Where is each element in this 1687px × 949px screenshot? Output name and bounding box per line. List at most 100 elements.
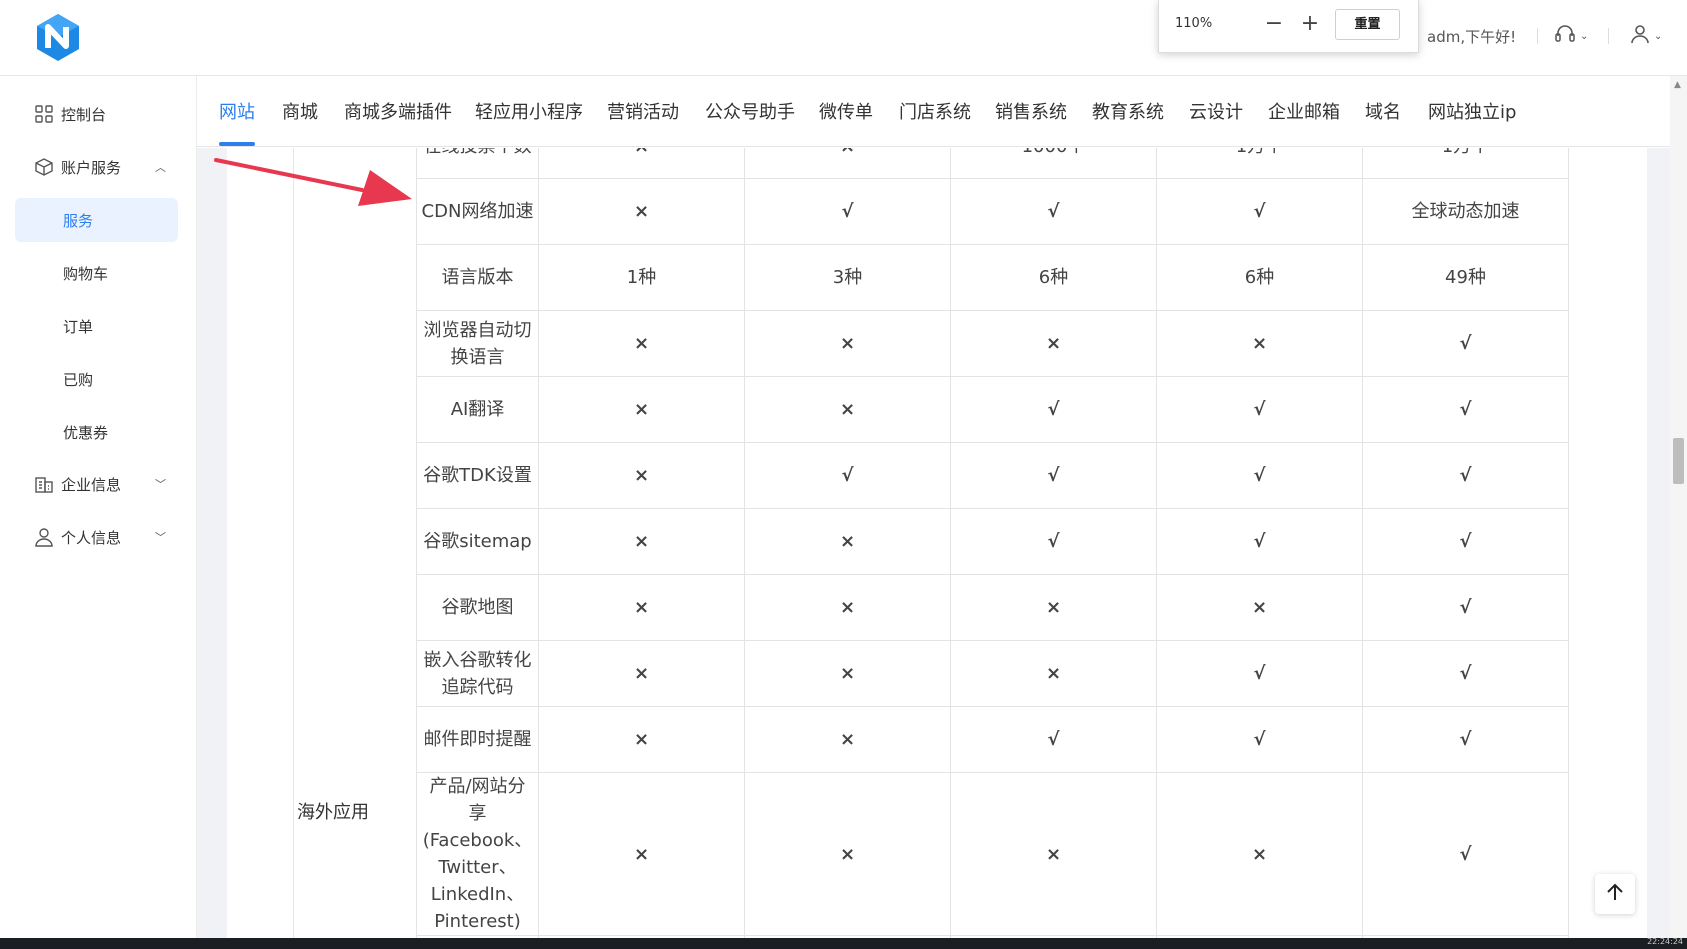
cross-icon: × (950, 310, 1157, 377)
feature-name-cell: AI翻译 (416, 376, 539, 443)
table-row: 浏览器自动切换语言 × × × × √ (416, 310, 1569, 377)
support-menu[interactable]: ⌄ (1554, 24, 1588, 48)
scroll-up-arrow-icon[interactable]: ▲ (1674, 80, 1681, 90)
zoom-reset-button[interactable]: 重置 (1335, 9, 1400, 40)
sidebar-item-label: 账户服务 (61, 158, 122, 177)
cross-icon: × (1156, 574, 1363, 641)
value-cell: 1000个 (950, 148, 1157, 179)
sidebar-sub-item-orders[interactable]: 订单 (15, 304, 178, 348)
arrow-up-icon (1605, 882, 1625, 906)
tab-store-system[interactable]: 门店系统 (899, 98, 971, 124)
feature-name-cell: 邮件即时提醒 (416, 706, 539, 773)
cross-icon: × (538, 178, 745, 245)
person-icon (33, 526, 55, 548)
table-row: 产品/网站分享(Facebook、Twitter、LinkedIn、Pinter… (416, 772, 1569, 936)
tab-wechat-assistant[interactable]: 公众号助手 (705, 98, 795, 124)
product-tabs: 网站 商城 商城多端插件 轻应用小程序 营销活动 公众号助手 微传单 门店系统 … (197, 76, 1670, 147)
chevron-down-icon: ﹀ (155, 531, 166, 544)
tab-sales-system[interactable]: 销售系统 (995, 98, 1067, 124)
building-icon (33, 473, 55, 495)
check-icon: √ (1362, 442, 1569, 509)
tab-marketing[interactable]: 营销活动 (607, 98, 679, 124)
vertical-scrollbar[interactable]: ▲ (1670, 76, 1687, 938)
tab-mall-plugin[interactable]: 商城多端插件 (344, 98, 452, 124)
cross-icon: × (950, 640, 1157, 707)
check-icon: √ (950, 508, 1157, 575)
feature-name-cell: 谷歌TDK设置 (416, 442, 539, 509)
cross-icon: × (538, 574, 745, 641)
sidebar-sub-item-purchased[interactable]: 已购 (15, 357, 178, 401)
check-icon: √ (1362, 376, 1569, 443)
cross-icon: × (538, 148, 745, 179)
check-icon: √ (1362, 772, 1569, 936)
tab-enterprise-mail[interactable]: 企业邮箱 (1268, 98, 1340, 124)
check-icon: √ (1156, 640, 1363, 707)
tab-website[interactable]: 网站 (219, 98, 255, 124)
tab-cloud-design[interactable]: 云设计 (1189, 98, 1243, 124)
cross-icon: × (538, 772, 745, 936)
cross-icon: × (950, 574, 1157, 641)
check-icon: √ (950, 376, 1157, 443)
table-row: CDN网络加速 × √ √ √ 全球动态加速 (416, 178, 1569, 245)
sidebar-item-personal-info[interactable]: 个人信息 ﹀ (15, 515, 178, 559)
sidebar-item-label: 个人信息 (61, 528, 122, 547)
tab-dedicated-ip[interactable]: 网站独立ip (1428, 98, 1516, 124)
cross-icon: × (1156, 310, 1363, 377)
sidebar-item-dashboard[interactable]: 控制台 (15, 92, 178, 136)
feature-name-cell: 嵌入谷歌转化追踪代码 (416, 640, 539, 707)
sidebar: 控制台 账户服务 ︿ 服务 购物车 订单 已购 优惠券 企业信息 ﹀ 个人信息 … (0, 76, 197, 949)
user-greeting: adm,下午好! (1427, 28, 1517, 46)
check-icon: √ (950, 178, 1157, 245)
check-icon: √ (1362, 640, 1569, 707)
check-icon: √ (1362, 706, 1569, 773)
brand-logo-icon[interactable] (34, 12, 82, 62)
table-row: 嵌入谷歌转化追踪代码 × × × √ √ (416, 640, 1569, 707)
tab-domain[interactable]: 域名 (1365, 98, 1401, 124)
sidebar-item-enterprise-info[interactable]: 企业信息 ﹀ (15, 462, 178, 506)
sidebar-sub-item-coupons[interactable]: 优惠券 (15, 410, 178, 454)
chevron-down-icon: ⌄ (1580, 30, 1589, 42)
cross-icon: × (1156, 772, 1363, 936)
cross-icon: × (950, 772, 1157, 936)
value-cell: 6种 (1156, 244, 1363, 311)
cross-icon: × (744, 376, 951, 443)
column-divider (293, 148, 294, 938)
chevron-down-icon: ⌄ (1654, 30, 1663, 42)
cross-icon: × (538, 640, 745, 707)
table-row: AI翻译 × × √ √ √ (416, 376, 1569, 443)
sidebar-item-label: 企业信息 (61, 475, 122, 494)
check-icon: √ (1362, 508, 1569, 575)
cross-icon: × (538, 508, 745, 575)
os-taskbar: 22:24:24 (0, 937, 1687, 949)
category-label: 海外应用 (297, 802, 369, 823)
back-to-top-button[interactable] (1595, 874, 1635, 914)
value-cell: 1万个 (1362, 148, 1569, 179)
check-icon: √ (1156, 376, 1363, 443)
table-row: 谷歌地图 × × × × √ (416, 574, 1569, 641)
cube-icon (33, 156, 55, 178)
check-icon: √ (950, 442, 1157, 509)
table-row: 语言版本 1种 3种 6种 6种 49种 (416, 244, 1569, 311)
check-icon: √ (1362, 574, 1569, 641)
header-divider (1608, 28, 1609, 44)
scroll-thumb[interactable] (1673, 438, 1684, 484)
feature-name-cell: 谷歌sitemap (416, 508, 539, 575)
app-window: 110% − + 重置 adm,下午好! ⌄ ⌄ 控制台 账户服务 ︿ 服务 购… (0, 0, 1687, 949)
user-menu[interactable]: ⌄ (1630, 24, 1662, 48)
tab-flyer[interactable]: 微传单 (819, 98, 873, 124)
feature-name-cell: CDN网络加速 (416, 178, 539, 245)
tab-mini-program[interactable]: 轻应用小程序 (475, 98, 583, 124)
tab-education-system[interactable]: 教育系统 (1092, 98, 1164, 124)
chevron-up-icon: ︿ (155, 161, 166, 174)
zoom-out-button[interactable]: − (1261, 12, 1287, 38)
active-tab-indicator (219, 142, 255, 146)
cross-icon: × (538, 706, 745, 773)
tab-mall[interactable]: 商城 (282, 98, 318, 124)
cross-icon: × (744, 640, 951, 707)
table-row: 谷歌sitemap × × √ √ √ (416, 508, 1569, 575)
feature-name-cell: 谷歌地图 (416, 574, 539, 641)
sidebar-sub-item-cart[interactable]: 购物车 (15, 251, 178, 295)
sidebar-sub-item-services[interactable]: 服务 (15, 198, 178, 242)
zoom-in-button[interactable]: + (1297, 12, 1323, 38)
sidebar-item-account-services[interactable]: 账户服务 ︿ (15, 145, 178, 189)
